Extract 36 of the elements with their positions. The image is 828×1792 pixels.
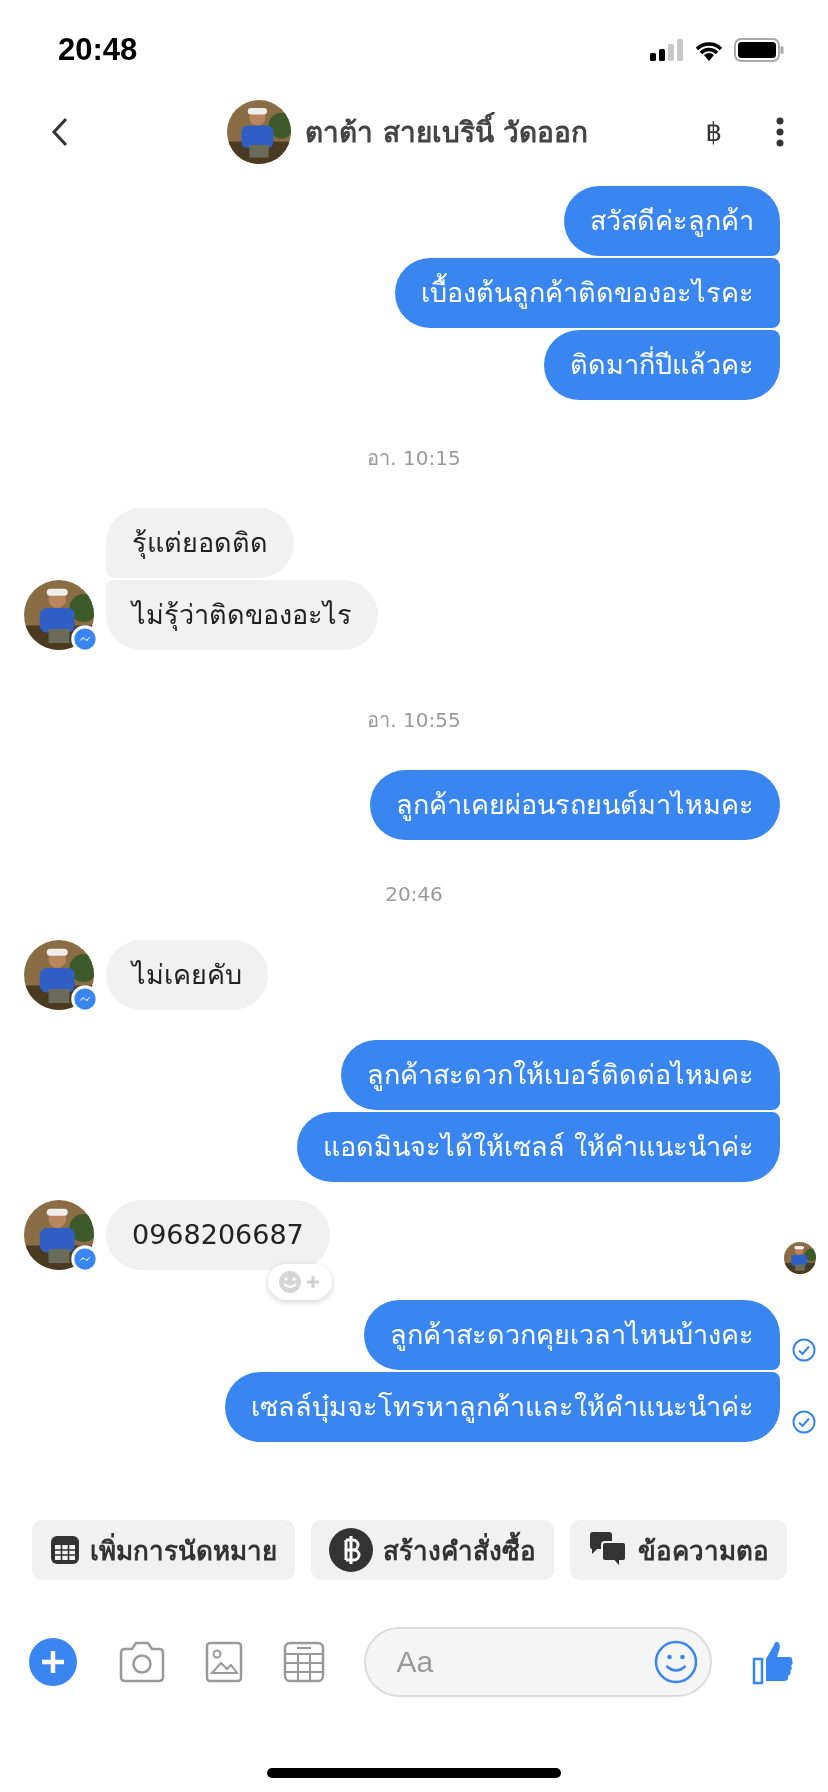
add-button[interactable]	[28, 1637, 78, 1687]
message-bubble[interactable]: ลูกค้าสะดวกให้เบอร์ติดต่อไหมคะ	[341, 1040, 780, 1110]
message-bubble[interactable]: ติดมากี่ปีแล้วคะ	[544, 330, 780, 400]
message-bubble[interactable]: 0968206687	[106, 1200, 330, 1270]
signal-icon	[650, 39, 684, 61]
quick-reply-chip[interactable]: ข้อความตอ	[570, 1520, 787, 1580]
timestamp: อา. 10:55	[366, 707, 462, 734]
emoji-icon[interactable]	[654, 1640, 699, 1684]
message-bubble[interactable]: เบื้องต้นลูกค้าติดของอะไรคะ	[395, 258, 780, 328]
battery-icon	[734, 38, 784, 62]
more-button[interactable]	[776, 117, 784, 147]
quick-reply-chip[interactable]: เพิ่มการนัดหมาย	[32, 1520, 295, 1580]
timestamp: อา. 10:15	[366, 445, 462, 472]
calendar-icon	[50, 1535, 80, 1565]
payment-button[interactable]: ฿	[705, 117, 722, 147]
message-bubble[interactable]: ลูกค้าสะดวกคุยเวลาไหนบ้างคะ	[364, 1300, 780, 1370]
status-time: 20:48	[58, 32, 138, 68]
message-bubble[interactable]: ไม่รุ้ว่าติดของอะไร	[106, 580, 378, 650]
back-icon[interactable]	[50, 116, 70, 148]
baht-icon	[329, 1528, 373, 1572]
like-button[interactable]	[751, 1639, 796, 1685]
camera-button[interactable]	[117, 1641, 166, 1683]
timestamp: 20:46	[384, 882, 444, 906]
message-bubble[interactable]: เซลล์บุ๋มจะโทรหาลูกค้าและให้คำแนะนำค่ะ	[225, 1372, 780, 1442]
quick-reply-chip[interactable]: สร้างคำสั่งซื้อ	[311, 1520, 554, 1580]
gallery-button[interactable]	[205, 1641, 244, 1683]
message-bubble[interactable]: สวัสดีค่ะลูกค้า	[564, 186, 780, 256]
message-field[interactable]: Aa	[364, 1627, 713, 1697]
contact-name[interactable]: ตาต้า สายเบรินิ์ วัดออก	[304, 110, 589, 154]
message-bubble[interactable]: ไม่เคยคับ	[106, 940, 268, 1010]
message-bubble[interactable]: ลูกค้าเคยผ่อนรถยนต์มาไหมคะ	[370, 770, 780, 840]
message-input[interactable]: Aa	[394, 1644, 655, 1680]
message-bubble[interactable]: รุ้แต่ยอดติด	[106, 508, 294, 578]
wifi-icon	[694, 39, 724, 61]
calendar-button[interactable]	[282, 1641, 325, 1683]
message-bubble[interactable]: แอดมินจะได้ให้เซลล์ ให้คำแนะนำค่ะ	[297, 1112, 780, 1182]
